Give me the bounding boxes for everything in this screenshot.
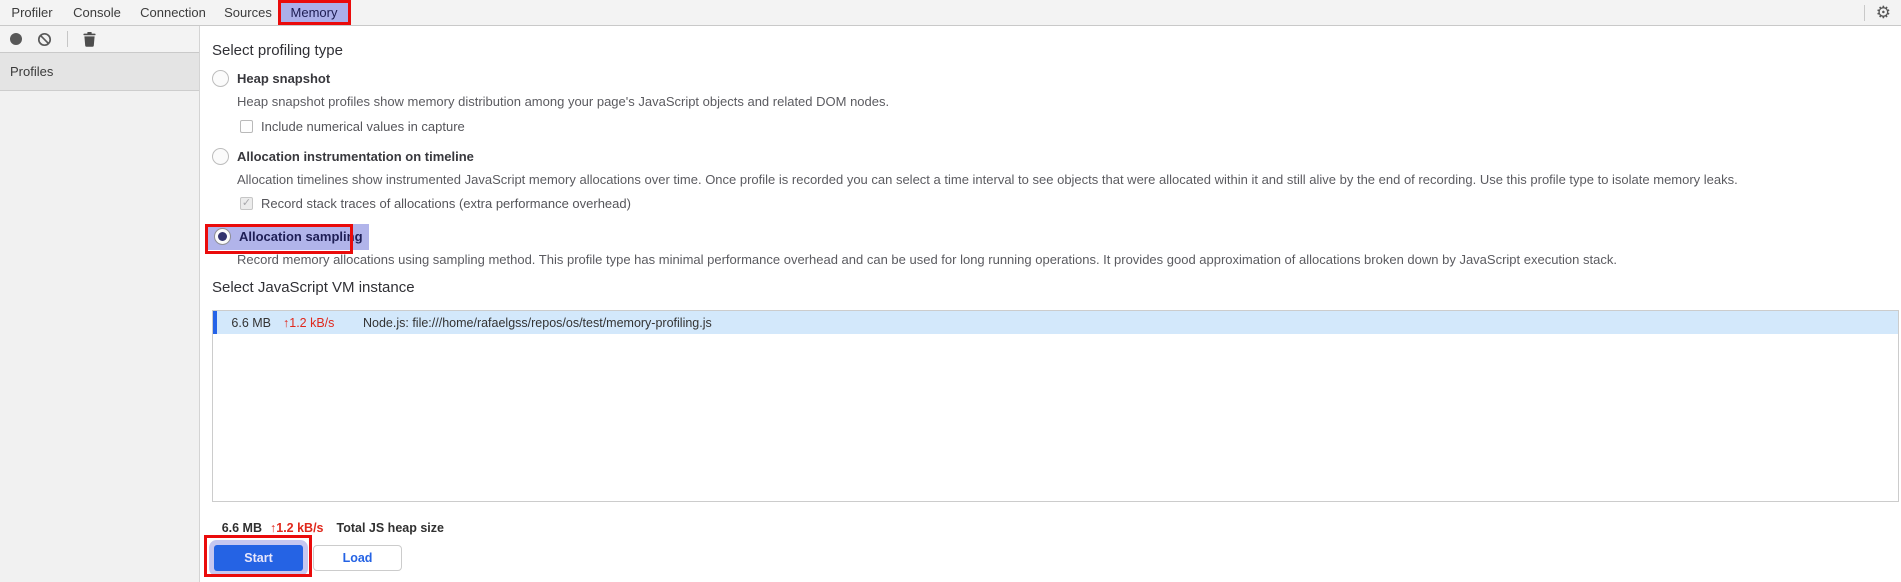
allocation-timeline-label[interactable]: Allocation instrumentation on timeline — [237, 149, 474, 164]
include-numerical-values-row: Include numerical values in capture — [240, 119, 465, 134]
vm-instance-name: Node.js: file:///home/rafaelgss/repos/os… — [363, 315, 712, 330]
vm-allocation-rate: ↑1.2 kB/s — [283, 315, 335, 330]
tab-bar: Profiler Console Connection Sources Memo… — [0, 0, 1901, 26]
include-numerical-values-checkbox[interactable] — [240, 120, 253, 133]
vm-heap-size: 6.6 MB — [231, 315, 271, 330]
total-allocation-rate: ↑1.2 kB/s — [270, 521, 324, 535]
start-button[interactable]: Start — [214, 545, 303, 571]
tab-connection[interactable]: Connection — [130, 0, 216, 25]
vm-instance-row[interactable]: 6.6 MB ↑1.2 kB/s Node.js: file:///home/r… — [213, 311, 1898, 334]
radio-option-allocation-sampling: Allocation sampling — [208, 224, 369, 250]
record-stack-traces-checkbox: ✓ — [240, 197, 253, 210]
vm-instance-title: Select JavaScript VM instance — [212, 279, 415, 296]
profiles-section-header: Profiles — [0, 53, 199, 91]
radio-option-heap-snapshot: Heap snapshot — [212, 70, 330, 87]
clear-profiles-icon[interactable] — [37, 32, 52, 47]
radio-option-allocation-timeline: Allocation instrumentation on timeline — [212, 148, 474, 165]
settings-gear-icon[interactable]: ⚙ — [1876, 0, 1891, 25]
record-stack-traces-row: ✓ Record stack traces of allocations (ex… — [240, 196, 631, 211]
record-stack-traces-label: Record stack traces of allocations (extr… — [261, 196, 631, 211]
allocation-sampling-radio[interactable] — [214, 228, 231, 245]
profiles-sidebar: Profiles — [0, 26, 200, 582]
checkmark-icon: ✓ — [241, 197, 252, 209]
load-button[interactable]: Load — [313, 545, 402, 571]
include-numerical-values-label: Include numerical values in capture — [261, 119, 465, 134]
tabbar-divider — [1863, 4, 1865, 21]
tab-console[interactable]: Console — [64, 0, 130, 25]
allocation-timeline-description: Allocation timelines show instrumented J… — [237, 172, 1738, 187]
heap-snapshot-label[interactable]: Heap snapshot — [237, 71, 330, 86]
tab-sources[interactable]: Sources — [216, 0, 280, 25]
heap-snapshot-radio[interactable] — [212, 70, 229, 87]
memory-panel-main: Select profiling type Heap snapshot Heap… — [200, 26, 1901, 582]
allocation-timeline-radio[interactable] — [212, 148, 229, 165]
total-heap-row: 6.6 MB ↑1.2 kB/s Total JS heap size — [212, 521, 444, 535]
profiling-type-title: Select profiling type — [212, 42, 343, 59]
total-heap-size-label: Total JS heap size — [336, 521, 444, 535]
delete-trash-icon[interactable] — [83, 31, 96, 47]
tab-memory[interactable]: Memory — [280, 0, 348, 25]
heap-snapshot-description: Heap snapshot profiles show memory distr… — [237, 94, 890, 109]
vm-instance-table: 6.6 MB ↑1.2 kB/s Node.js: file:///home/r… — [212, 310, 1899, 502]
record-profile-icon[interactable] — [10, 33, 22, 45]
allocation-sampling-label[interactable]: Allocation sampling — [239, 229, 363, 244]
total-heap-size-value: 6.6 MB — [221, 521, 262, 535]
devtools-memory-panel: Profiler Console Connection Sources Memo… — [0, 0, 1901, 582]
tab-profiler[interactable]: Profiler — [0, 0, 64, 25]
allocation-sampling-description: Record memory allocations using sampling… — [237, 252, 1617, 267]
profiler-toolbar — [0, 26, 199, 53]
toolbar-divider — [67, 31, 68, 47]
